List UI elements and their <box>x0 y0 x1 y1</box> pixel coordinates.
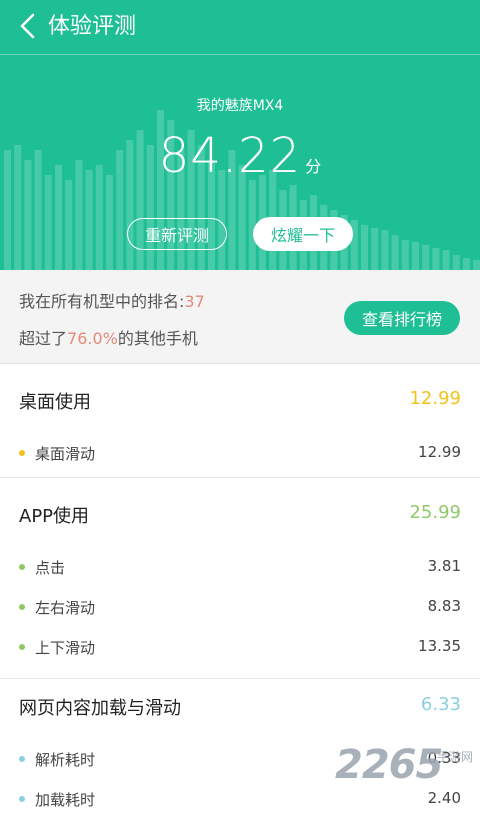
score-header: 体验评测 我的魅族MX4 84.22 分 重新评测 炫耀一下 <box>0 0 480 270</box>
decorative-bar <box>391 235 399 270</box>
retest-button-label: 重新评测 <box>144 226 209 245</box>
score-display: 84.22 分 <box>0 128 480 184</box>
bullet-dot <box>19 756 25 762</box>
decorative-bar <box>106 175 113 270</box>
decorative-bar <box>361 225 368 270</box>
page-title: 体验评测 <box>48 14 137 39</box>
rank-position-text: 我在所有机型中的排名: <box>19 292 185 311</box>
list-item: 左右滑动 8.83 <box>0 588 480 628</box>
bullet-dot <box>19 604 25 610</box>
section-score: 12.99 <box>409 388 461 409</box>
item-label: 解析耗时 <box>35 751 96 769</box>
site-watermark: 2265 手游网 <box>335 742 475 796</box>
decorative-bar <box>432 248 440 270</box>
item-value: 3.81 <box>427 557 461 575</box>
back-button[interactable] <box>10 6 46 46</box>
rank-percentile-prefix: 超过了 <box>19 329 68 348</box>
decorative-bar <box>442 250 450 270</box>
share-button-label: 炫耀一下 <box>270 226 335 245</box>
watermark-site: 手游网 <box>437 750 474 764</box>
decorative-bar <box>463 258 470 270</box>
decorative-bar <box>65 180 73 270</box>
view-ranking-label: 查看排行榜 <box>361 310 442 329</box>
list-item: 桌面滑动 12.99 <box>0 434 480 474</box>
bullet-dot <box>19 796 25 802</box>
item-label: 桌面滑动 <box>35 445 96 463</box>
ranking-panel: 我在所有机型中的排名:37 超过了76.0%的其他手机 查看排行榜 <box>0 270 480 364</box>
decorative-bar <box>473 260 480 270</box>
decorative-bar <box>44 175 52 270</box>
rank-position-value: 37 <box>184 292 205 311</box>
bullet-dot <box>19 450 25 456</box>
watermark-number: 2265 <box>335 742 443 788</box>
decorative-bar <box>381 230 389 270</box>
item-label: 点击 <box>35 559 66 577</box>
item-value: 8.83 <box>427 597 461 615</box>
decorative-bar <box>85 170 93 270</box>
view-ranking-button[interactable]: 查看排行榜 <box>344 301 460 335</box>
rank-percentile-value: 76.0% <box>67 329 118 348</box>
decorative-bar <box>401 240 409 270</box>
section-title: 桌面使用 <box>19 392 91 413</box>
item-label: 上下滑动 <box>35 639 96 657</box>
rank-percentile-suffix: 的其他手机 <box>117 329 198 348</box>
score-unit: 分 <box>305 157 322 176</box>
list-item: 上下滑动 13.35 <box>0 628 480 668</box>
bullet-dot <box>19 564 25 570</box>
score-value: 84.22 <box>158 128 302 184</box>
section-score: 25.99 <box>409 502 461 523</box>
section-desktop: 桌面使用 12.99 桌面滑动 12.99 <box>0 364 480 478</box>
bullet-dot <box>19 644 25 650</box>
item-value: 13.35 <box>418 637 461 655</box>
rank-position: 我在所有机型中的排名:37 <box>19 288 205 312</box>
decorative-bar <box>452 255 460 270</box>
title-bar: 体验评测 <box>0 0 480 55</box>
rank-percentile: 超过了76.0%的其他手机 <box>19 325 198 349</box>
section-header: 网页内容加载与滑动 6.33 <box>0 670 480 740</box>
item-label: 左右滑动 <box>35 599 96 617</box>
list-item: 点击 3.81 <box>0 548 480 588</box>
device-name: 我的魅族MX4 <box>196 98 284 114</box>
item-value: 12.99 <box>418 443 461 461</box>
decorative-bar <box>412 242 419 270</box>
retest-button[interactable]: 重新评测 <box>127 218 227 250</box>
decorative-bar <box>422 245 430 270</box>
back-arrow-icon <box>20 13 35 39</box>
section-title: APP使用 <box>19 506 90 527</box>
decorative-bar <box>371 228 379 270</box>
section-header: 桌面使用 12.99 <box>0 364 480 434</box>
section-title: 网页内容加载与滑动 <box>19 698 181 719</box>
share-button[interactable]: 炫耀一下 <box>253 217 353 251</box>
section-header: APP使用 25.99 <box>0 478 480 548</box>
section-app: APP使用 25.99 点击 3.81 左右滑动 8.83 上下滑动 13.35 <box>0 478 480 679</box>
section-score: 6.33 <box>420 694 461 715</box>
